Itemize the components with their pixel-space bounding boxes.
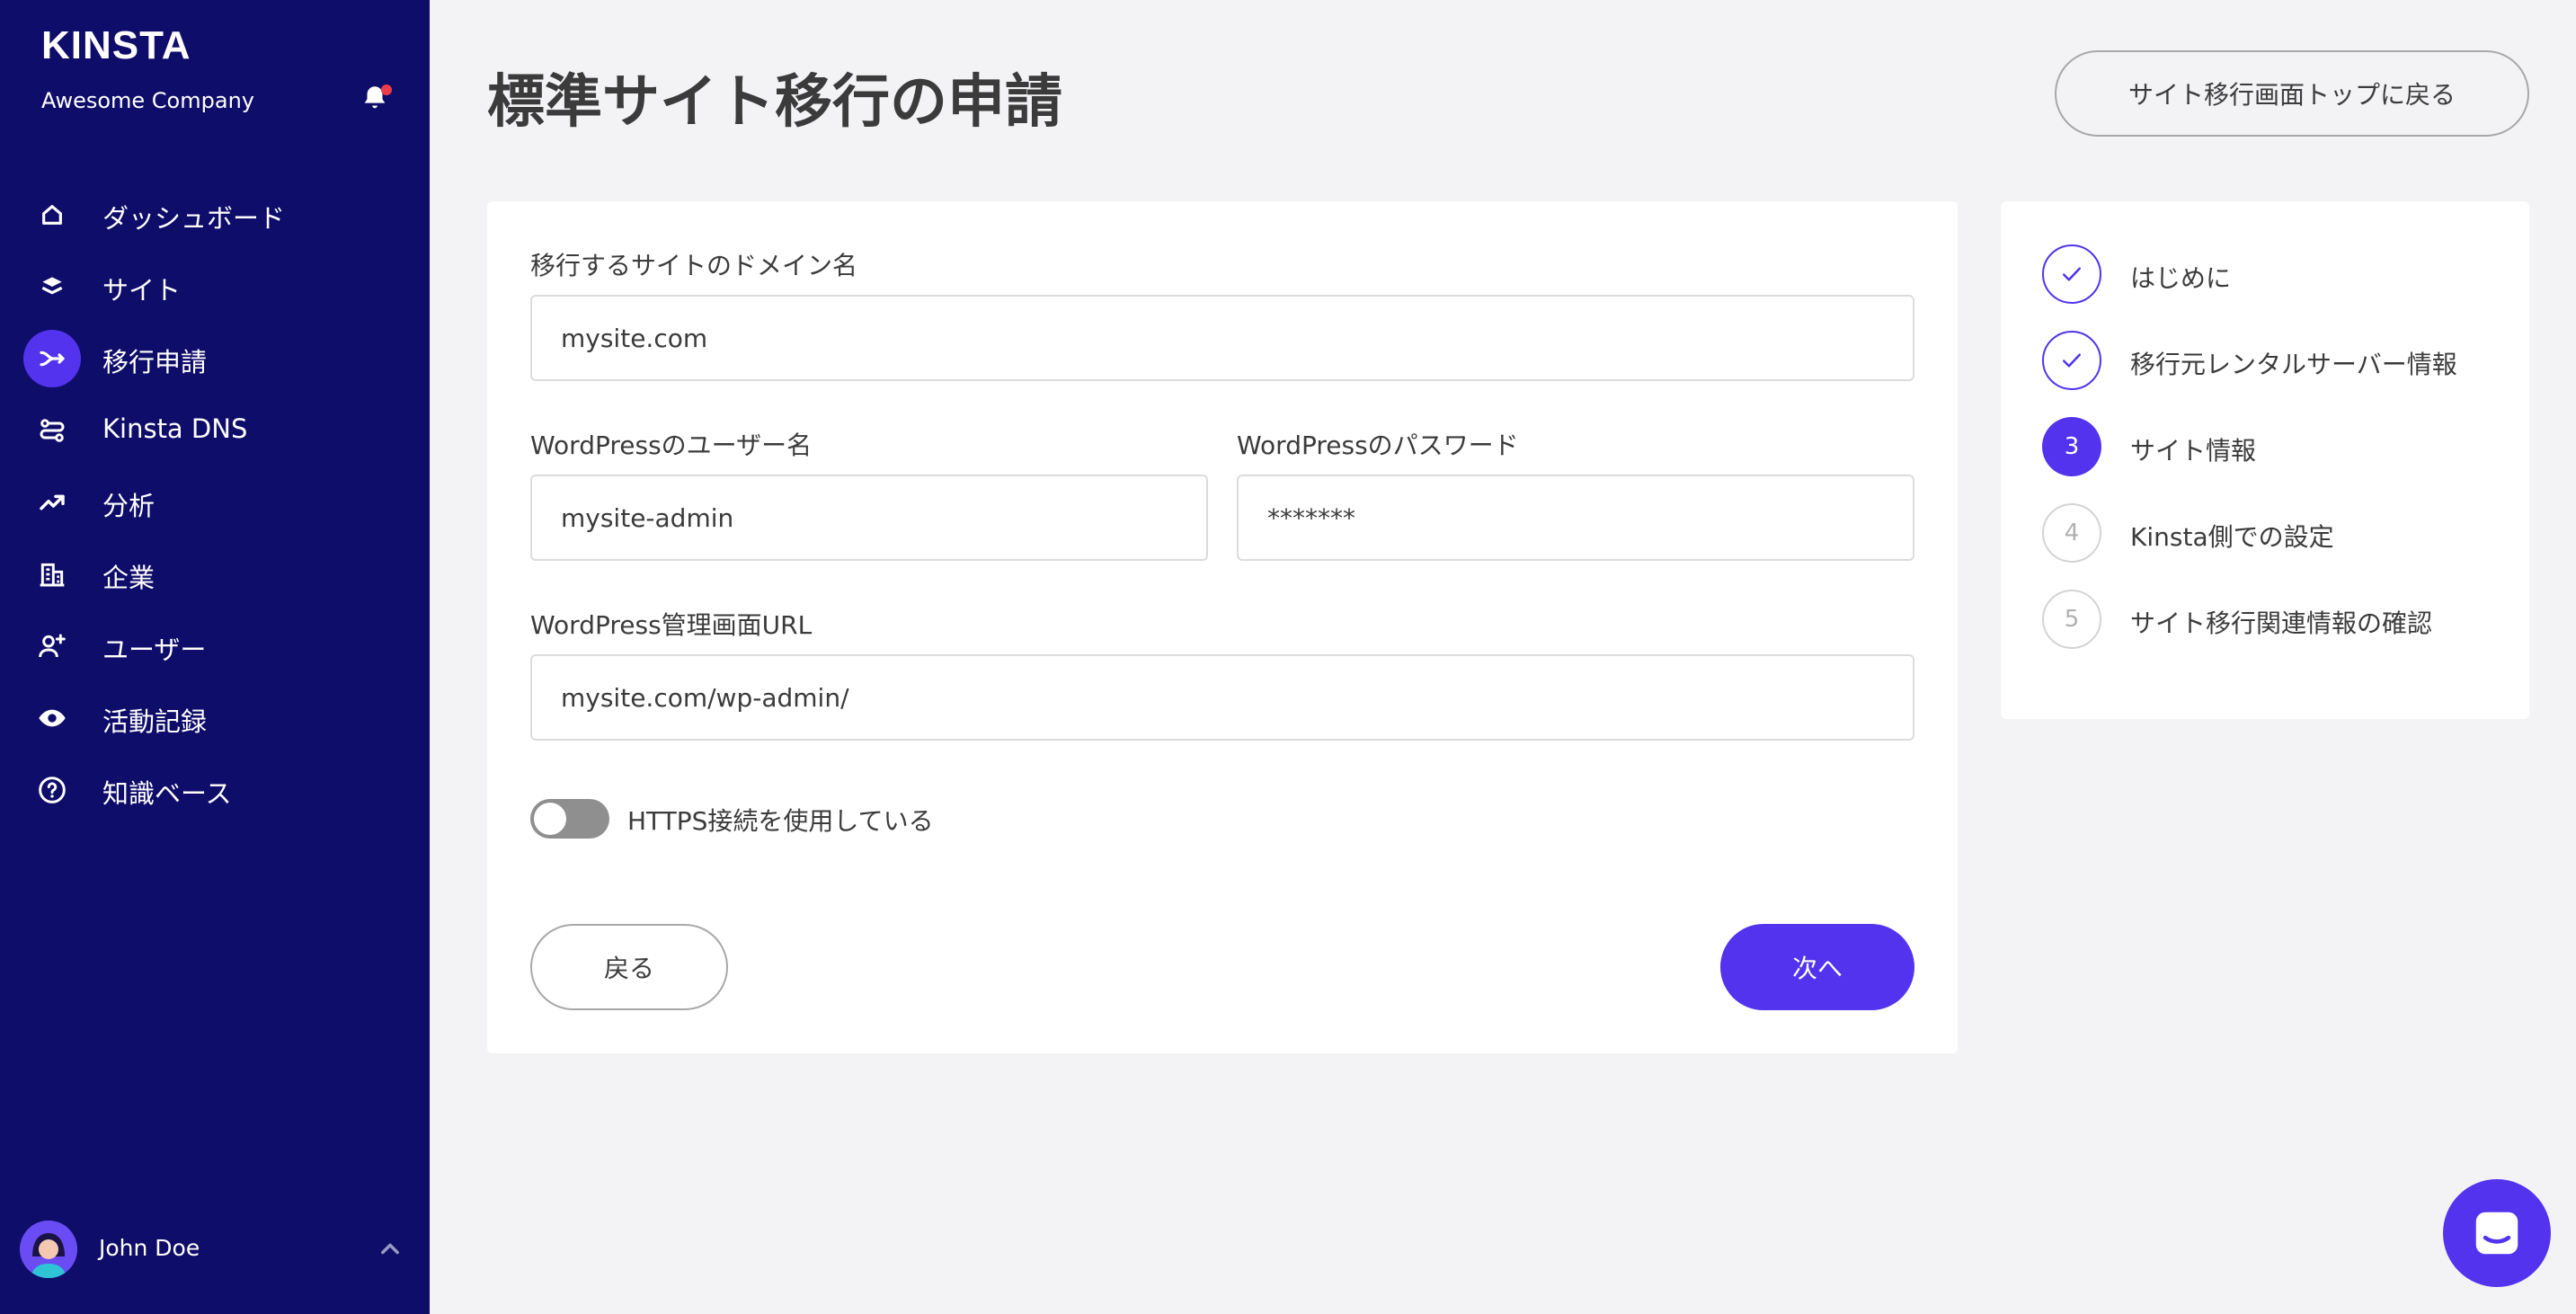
help-icon (23, 761, 81, 819)
sidebar-item-label: Kinsta DNS (102, 413, 248, 444)
sidebar-item-activity-log[interactable]: 活動記録 (0, 681, 430, 753)
sidebar-item-analytics[interactable]: 分析 (0, 466, 430, 537)
wp-admin-url-input[interactable]: mysite.com/wp-admin/ (530, 654, 1914, 741)
layers-icon (23, 258, 81, 315)
sidebar-item-label: 分析 (102, 491, 155, 521)
sidebar-item-label: 企業 (102, 563, 155, 593)
step-confirmation: 5 サイト移行関連情報の確認 (2042, 590, 2509, 649)
https-toggle[interactable] (530, 799, 609, 839)
avatar (20, 1221, 77, 1278)
sidebar-item-label: 活動記録 (102, 706, 208, 737)
site-info-form: 移行するサイトのドメイン名 mysite.com WordPressのユーザー名… (487, 201, 1958, 1053)
step-number: 4 (2042, 503, 2101, 563)
step-label: Kinsta側での設定 (2130, 522, 2334, 552)
building-icon (23, 546, 81, 603)
check-icon (2042, 331, 2101, 390)
sidebar-item-migration[interactable]: 移行申請 (0, 322, 430, 394)
check-icon (2042, 244, 2101, 304)
analytics-icon (23, 474, 81, 531)
domain-label: 移行するサイトのドメイン名 (530, 251, 858, 280)
step-source-server: 移行元レンタルサーバー情報 (2042, 331, 2509, 390)
step-number: 3 (2042, 417, 2101, 476)
step-number: 5 (2042, 590, 2101, 649)
step-introduction: はじめに (2042, 244, 2509, 304)
back-button[interactable]: 戻る (530, 924, 728, 1010)
eye-icon (23, 689, 81, 747)
sidebar-item-sites[interactable]: サイト (0, 250, 430, 322)
user-menu[interactable]: John Doe (20, 1221, 415, 1278)
wp-password-label: WordPressのパスワード (1237, 431, 1519, 460)
step-site-info: 3 サイト情報 (2042, 417, 2509, 476)
home-icon (23, 186, 81, 244)
step-label: 移行元レンタルサーバー情報 (2130, 350, 2457, 379)
sidebar-item-label: 移行申請 (102, 347, 208, 377)
chat-icon (2475, 1212, 2518, 1255)
step-label: サイト情報 (2130, 436, 2257, 466)
sidebar-item-knowledge-base[interactable]: 知識ベース (0, 753, 430, 825)
sidebar-item-company[interactable]: 企業 (0, 537, 430, 609)
add-user-icon (23, 617, 81, 675)
sidebar-item-kinsta-dns[interactable]: Kinsta DNS (0, 394, 430, 466)
next-button[interactable]: 次へ (1720, 924, 1914, 1010)
sidebar: KINSTA Awesome Company ダッシュボード サイト 移行申請 (0, 0, 430, 1314)
sidebar-item-label: ダッシュボード (102, 203, 286, 234)
wp-username-label: WordPressのユーザー名 (530, 431, 813, 460)
back-to-migration-top-button[interactable]: サイト移行画面トップに戻る (2055, 50, 2529, 137)
sidebar-item-dashboard[interactable]: ダッシュボード (0, 178, 430, 250)
step-label: はじめに (2130, 263, 2232, 293)
migration-icon (23, 330, 81, 387)
company-name[interactable]: Awesome Company (41, 88, 254, 113)
notification-dot (381, 84, 392, 95)
https-toggle-label: HTTPS接続を使用している (627, 806, 934, 836)
step-label: サイト移行関連情報の確認 (2130, 608, 2433, 638)
wp-admin-url-label: WordPress管理画面URL (530, 610, 813, 640)
dns-icon (23, 402, 81, 459)
sidebar-item-label: 知識ベース (102, 778, 232, 809)
sidebar-item-users[interactable]: ユーザー (0, 609, 430, 681)
kinsta-logo[interactable]: KINSTA (41, 23, 191, 68)
page-title: 標準サイト移行の申請 (487, 69, 1062, 136)
sidebar-item-label: サイト (102, 275, 182, 306)
progress-steps: はじめに 移行元レンタルサーバー情報 3 サイト情報 4 Kinsta側での設定… (2001, 201, 2529, 719)
wp-password-input[interactable]: ******* (1237, 475, 1914, 561)
domain-input[interactable]: mysite.com (530, 295, 1914, 381)
sidebar-item-label: ユーザー (102, 635, 207, 665)
toggle-knob (534, 803, 566, 835)
chevron-up-icon[interactable] (378, 1237, 403, 1262)
user-name: John Doe (99, 1235, 200, 1261)
chat-button[interactable] (2443, 1179, 2551, 1287)
sidebar-nav: ダッシュボード サイト 移行申請 Kinsta DNS 分析 企業 ユーザー 活… (0, 178, 430, 825)
step-kinsta-settings: 4 Kinsta側での設定 (2042, 503, 2509, 563)
wp-username-input[interactable]: mysite-admin (530, 475, 1208, 561)
